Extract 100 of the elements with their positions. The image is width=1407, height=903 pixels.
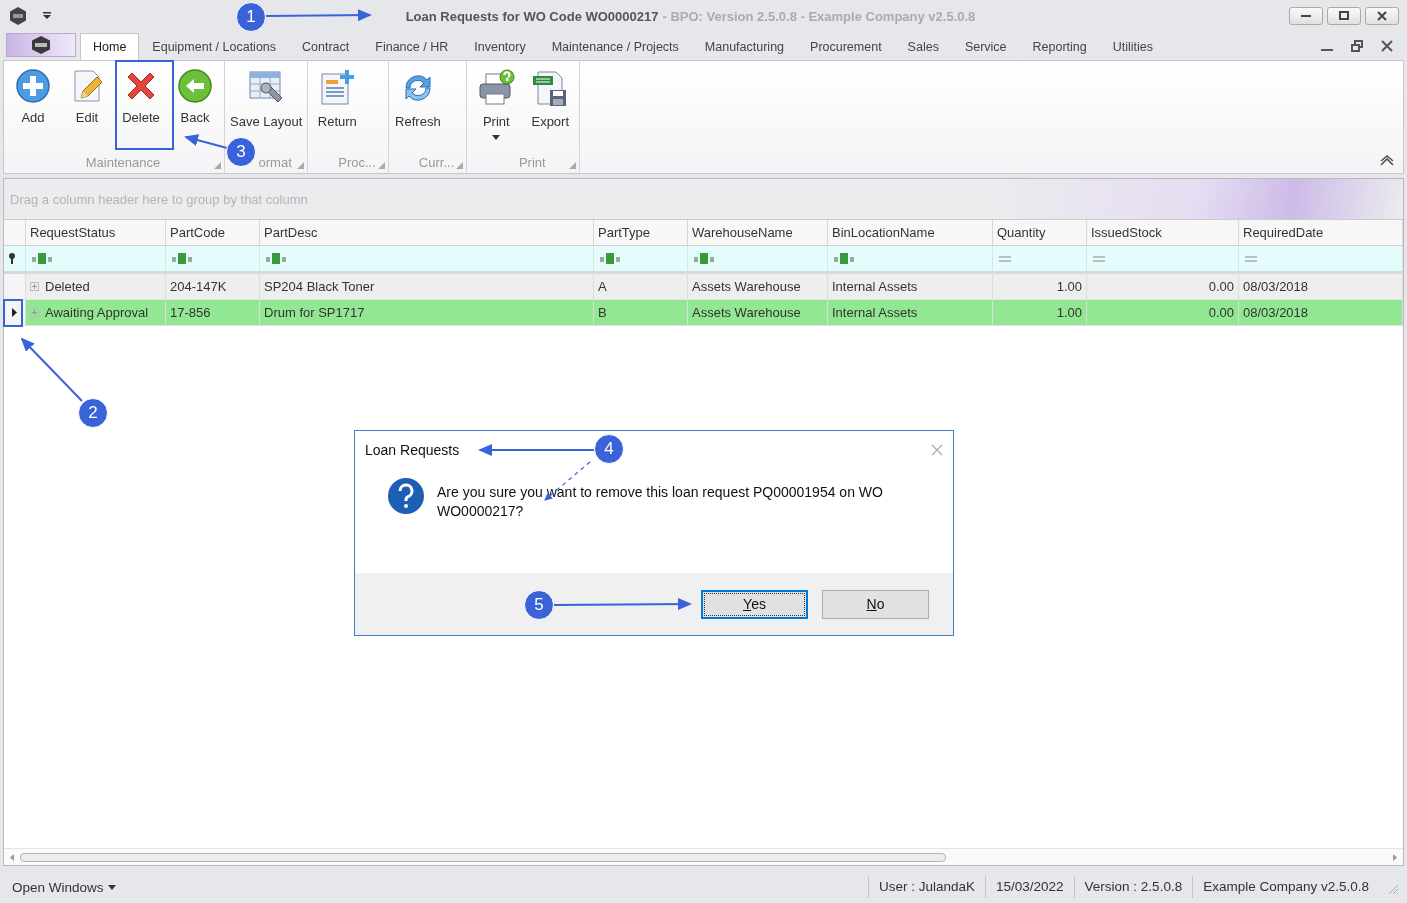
collapse-icon[interactable] [1379,155,1395,167]
highlight-frame [3,299,23,327]
ribbon-tab[interactable]: Inventory [461,33,539,60]
dialog-button[interactable]: Yes [701,589,808,619]
equals-filter-icon[interactable] [1093,255,1105,262]
table-cell: 0.00 [1087,300,1239,326]
resize-grip-icon[interactable] [1387,883,1399,895]
filter-cell[interactable] [594,246,688,274]
text-filter-icon[interactable] [694,253,716,264]
ribbon-button[interactable]: Add [7,65,59,151]
scrollbar-thumb[interactable] [20,852,946,862]
filter-cell[interactable] [1239,246,1403,274]
status-item: Example Company v2.5.0.8 [1192,876,1379,898]
column-header[interactable]: IssuedStock [1087,220,1239,246]
filter-cell[interactable] [1087,246,1239,274]
app-menu-button[interactable] [6,33,76,57]
filter-cell[interactable] [26,246,166,274]
plus-icon [15,68,51,104]
status-text: Deleted [45,279,90,294]
dashed-arrow [544,461,591,501]
close-button[interactable] [1365,7,1399,25]
app-logo-icon[interactable] [8,6,28,26]
filter-cell[interactable] [828,246,993,274]
ribbon-tab[interactable]: Service [951,33,1020,60]
maximize-button[interactable] [1327,7,1361,25]
column-header[interactable]: PartCode [166,220,260,246]
ribbon-tab[interactable]: Finance / HR [362,33,462,60]
text-filter-icon[interactable] [266,253,288,264]
table-cell: 17-856 [166,300,260,326]
status-item: Version : 2.5.0.8 [1073,876,1193,898]
ribbon-tab[interactable]: Equipment / Locations [139,33,290,60]
ribbon-tab[interactable]: Procurement [797,33,895,60]
ribbon-tab[interactable]: Contract [289,33,363,60]
table-cell: Assets Warehouse [688,300,828,326]
launcher-icon[interactable] [214,162,221,169]
dialog-message: Are you sure you want to remove this loan request PQ00001954 on WO WO0000217? [437,483,884,521]
ribbon-button[interactable]: Export [524,65,577,151]
table-cell: Drum for SP1717 [260,300,594,326]
group-label: Proc... [338,154,376,170]
dialog-button[interactable]: No [822,589,929,619]
ribbon-tab[interactable]: Reporting [1019,33,1100,60]
launcher-icon[interactable] [456,162,464,169]
restore-icon[interactable] [1351,40,1363,52]
column-header[interactable]: Quantity [993,220,1087,246]
ribbon-button[interactable]: Delete [115,65,167,151]
text-filter-icon[interactable] [600,253,622,264]
ribbon-button[interactable]: Refresh [391,65,444,151]
open-windows-menu[interactable]: Open Windows [8,879,120,895]
text-filter-icon[interactable] [172,253,194,264]
ribbon-tab[interactable]: Maintenance / Projects [538,33,692,60]
table-cell: Assets Warehouse [688,274,828,300]
scroll-left-icon[interactable] [10,853,14,861]
minimize-icon [1301,15,1311,17]
launcher-icon[interactable] [297,162,305,169]
group-label: Maintenance [85,154,161,170]
table-cell: SP204 Black Toner [260,274,594,300]
equals-filter-icon[interactable] [999,255,1011,262]
group-label: Curr... [418,154,455,170]
close-icon [1377,11,1387,21]
ribbon-tab[interactable]: Manufacturing [691,33,798,60]
question-icon [387,477,425,515]
column-header[interactable]: WarehouseName [688,220,828,246]
ribbon-button[interactable]: Return [311,65,364,151]
status-item: 15/03/2022 [985,876,1074,898]
equals-filter-icon[interactable] [1245,255,1257,262]
ribbon-tab[interactable]: Sales [894,33,952,60]
ribbon-button[interactable]: Print [470,65,523,151]
launcher-icon[interactable] [377,162,385,169]
row-pointer-icon [12,308,17,317]
close-icon[interactable] [1381,40,1393,52]
text-filter-icon[interactable] [834,253,856,264]
text-filter-icon[interactable] [32,253,54,264]
arrow [184,134,228,149]
expand-icon[interactable] [30,308,39,317]
group-label: Print [518,154,546,170]
ribbon-button[interactable]: Edit [61,65,113,151]
dropdown-caret-icon[interactable] [42,12,52,20]
column-header[interactable]: RequiredDate [1239,220,1403,246]
table-cell: Internal Assets [828,274,993,300]
status-item: User : JulandaK [867,876,985,898]
column-header[interactable]: RequestStatus [26,220,166,246]
table-cell: 0.00 [1087,274,1239,300]
filter-cell[interactable] [166,246,260,274]
column-header[interactable]: PartType [594,220,688,246]
maximize-icon [1339,11,1349,21]
table-cell: 1.00 [993,274,1087,300]
ribbon-button[interactable]: Back [169,65,221,151]
ribbon-tab[interactable]: Utilities [1099,33,1167,60]
filter-cell[interactable] [688,246,828,274]
column-header[interactable]: PartDesc [260,220,594,246]
launcher-icon[interactable] [569,162,577,169]
minimize-button[interactable] [1289,7,1323,25]
column-header[interactable]: BinLocationName [828,220,993,246]
filter-cell[interactable] [260,246,594,274]
expand-icon[interactable] [30,282,39,291]
filter-cell[interactable] [993,246,1087,274]
logo-icon [30,35,52,55]
filter-pin-icon[interactable] [8,253,16,264]
scroll-right-icon[interactable] [1393,853,1397,861]
ribbon-tab[interactable]: Home [80,33,140,60]
